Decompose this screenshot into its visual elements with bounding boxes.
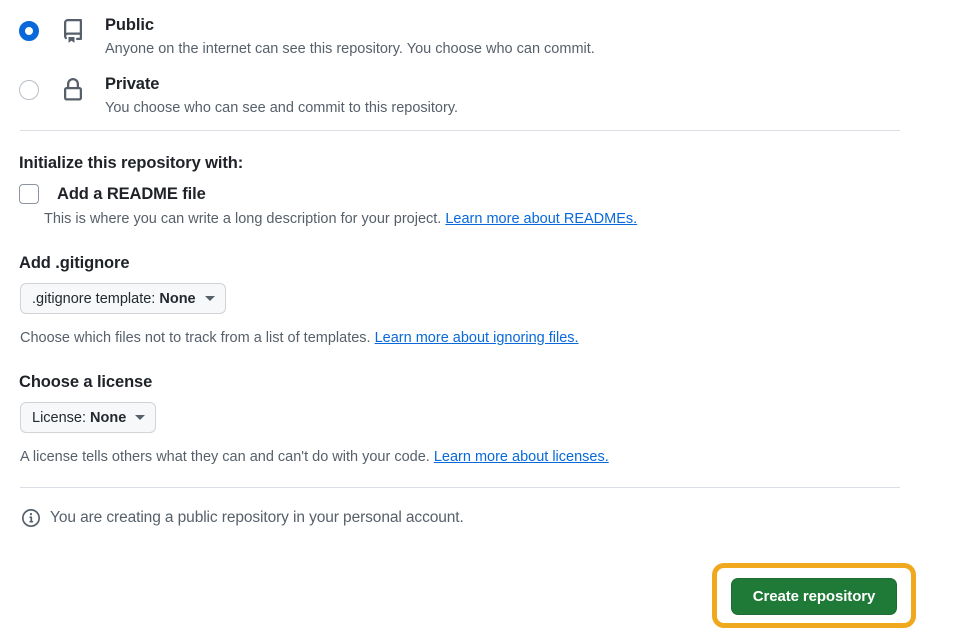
radio-private[interactable] [19,80,39,100]
gitignore-heading: Add .gitignore [19,254,130,272]
license-select[interactable]: License: None [20,402,157,433]
readme-learn-more-link[interactable]: Learn more about READMEs. [445,211,637,227]
gitignore-hint-text: Choose which files not to track from a l… [20,330,371,346]
create-repository-form: Public Anyone on the internet can see th… [0,0,953,635]
add-readme-row[interactable]: Add a README file [19,184,206,204]
info-note-text: You are creating a public repository in … [50,509,464,526]
license-select-value: None [90,409,127,426]
visibility-private-title: Private [105,75,160,93]
checkbox-add-readme[interactable] [19,184,39,204]
lock-icon [61,78,85,102]
gitignore-select-value: None [159,290,196,307]
visibility-public-description: Anyone on the internet can see this repo… [105,41,595,57]
license-hint: A license tells others what they can and… [20,447,609,467]
license-select-prefix: License: [32,409,87,426]
license-learn-more-link[interactable]: Learn more about licenses. [434,449,609,465]
radio-public[interactable] [19,21,39,41]
chevron-down-icon [135,415,146,420]
visibility-option-public[interactable]: Public Anyone on the internet can see th… [19,14,595,59]
chevron-down-icon [204,296,215,301]
gitignore-hint: Choose which files not to track from a l… [20,328,579,348]
visibility-option-private[interactable]: Private You choose who can see and commi… [19,73,458,118]
gitignore-select-prefix: .gitignore template: [32,290,156,307]
readme-hint-text: This is where you can write a long descr… [44,211,442,227]
license-heading: Choose a license [19,373,153,391]
visibility-private-text: Private You choose who can see and commi… [105,73,458,118]
create-repository-button[interactable]: Create repository [731,578,897,615]
visibility-public-text: Public Anyone on the internet can see th… [105,14,595,59]
info-circle-icon [22,509,40,527]
info-note: You are creating a public repository in … [22,509,464,527]
initialize-heading: Initialize this repository with: [19,154,244,172]
license-hint-text: A license tells others what they can and… [20,449,430,465]
divider-above-info-note [20,487,900,488]
visibility-private-description: You choose who can see and commit to thi… [105,100,459,116]
gitignore-learn-more-link[interactable]: Learn more about ignoring files. [375,330,579,346]
readme-hint: This is where you can write a long descr… [44,209,637,229]
repo-book-icon [61,19,85,43]
visibility-public-title: Public [105,16,154,34]
divider-above-initialize [20,130,900,131]
add-readme-label: Add a README file [57,184,206,203]
gitignore-template-select[interactable]: .gitignore template: None [20,283,226,314]
